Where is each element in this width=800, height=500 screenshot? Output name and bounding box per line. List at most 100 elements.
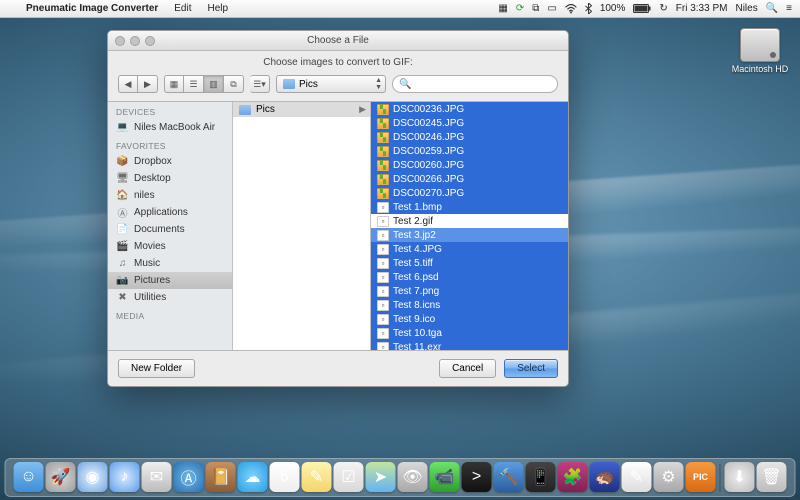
file-icon: ▫ bbox=[377, 300, 389, 311]
dock-textedit[interactable]: ✎ bbox=[622, 462, 652, 492]
sidebar-item-niles-macbook-air[interactable]: 💻Niles MacBook Air bbox=[108, 119, 232, 136]
dock-pic[interactable]: PIC bbox=[686, 462, 716, 492]
notification-center-icon[interactable]: ≡ bbox=[786, 3, 792, 14]
folder-row[interactable]: Pics▶ bbox=[233, 102, 370, 117]
sidebar-item-applications[interactable]: ⒶApplications bbox=[108, 204, 232, 221]
dropbox-menu-icon[interactable]: ⧉ bbox=[532, 3, 539, 14]
sidebar-item-utilities[interactable]: ✖Utilities bbox=[108, 289, 232, 306]
file-row[interactable]: ▚DSC00260.JPG bbox=[371, 158, 568, 172]
file-label: Test 6.psd bbox=[393, 272, 439, 283]
file-row[interactable]: ▫Test 2.gif bbox=[371, 214, 568, 228]
clock[interactable]: Fri 3:33 PM bbox=[676, 3, 728, 14]
dock-maps[interactable]: ➤ bbox=[366, 462, 396, 492]
dock-preview[interactable]: 👁 bbox=[398, 462, 428, 492]
file-icon: ▫ bbox=[377, 244, 389, 255]
file-row[interactable]: ▫Test 11.exr bbox=[371, 340, 568, 350]
file-row[interactable]: ▫Test 3.jp2 bbox=[371, 228, 568, 242]
dock-reminders[interactable]: ☑ bbox=[334, 462, 364, 492]
dock-trash[interactable]: 🗑 bbox=[757, 462, 787, 492]
sidebar-item-desktop[interactable]: 🖥Desktop bbox=[108, 170, 232, 187]
file-row[interactable]: ▫Test 6.psd bbox=[371, 270, 568, 284]
sidebar-item-movies[interactable]: 🎬Movies bbox=[108, 238, 232, 255]
file-row[interactable]: ▚DSC00270.JPG bbox=[371, 186, 568, 200]
dock-messages[interactable]: ☁ bbox=[238, 462, 268, 492]
laptop-icon: 💻 bbox=[116, 121, 129, 134]
file-row[interactable]: ▫Test 1.bmp bbox=[371, 200, 568, 214]
sidebar-item-pictures[interactable]: 📷Pictures bbox=[108, 272, 232, 289]
dock-downloads[interactable]: ⬇ bbox=[725, 462, 755, 492]
sidebar-item-music[interactable]: ♫Music bbox=[108, 255, 232, 272]
bluetooth-icon[interactable] bbox=[585, 3, 592, 14]
sidebar-group-label: DEVICES bbox=[108, 102, 232, 119]
file-label: DSC00266.JPG bbox=[393, 174, 464, 185]
dock-mail[interactable]: ✉ bbox=[142, 462, 172, 492]
sidebar: DEVICES💻Niles MacBook AirFAVORITES📦Dropb… bbox=[108, 102, 233, 350]
file-label: DSC00246.JPG bbox=[393, 132, 464, 143]
file-row[interactable]: ▚DSC00266.JPG bbox=[371, 172, 568, 186]
file-row[interactable]: ▫Test 7.png bbox=[371, 284, 568, 298]
battery-icon[interactable] bbox=[633, 4, 651, 13]
file-row[interactable]: ▫Test 5.tiff bbox=[371, 256, 568, 270]
dock-itunes[interactable]: ♪ bbox=[110, 462, 140, 492]
traffic-light-minimize[interactable] bbox=[130, 36, 140, 46]
sidebar-item-niles[interactable]: 🏠niles bbox=[108, 187, 232, 204]
traffic-light-close[interactable] bbox=[115, 36, 125, 46]
app-name-menu[interactable]: Pneumatic Image Converter bbox=[18, 3, 166, 14]
menu-help[interactable]: Help bbox=[200, 3, 237, 14]
file-row[interactable]: ▫Test 10.tga bbox=[371, 326, 568, 340]
back-button[interactable]: ◀ bbox=[118, 75, 138, 93]
dock-calendar[interactable]: 6 bbox=[270, 462, 300, 492]
select-button[interactable]: Select bbox=[504, 359, 558, 378]
dialog-footer: New Folder Cancel Select bbox=[108, 350, 568, 386]
group-menu[interactable]: ☰▾ bbox=[250, 75, 270, 93]
image-file-icon: ▚ bbox=[377, 104, 389, 115]
dock-contacts[interactable]: 📔 bbox=[206, 462, 236, 492]
wifi-icon[interactable] bbox=[565, 4, 577, 14]
user-menu[interactable]: Niles bbox=[735, 3, 757, 14]
column-view-button[interactable]: ▥ bbox=[204, 75, 224, 93]
dock-simulator[interactable]: 📱 bbox=[526, 462, 556, 492]
dock-finder[interactable]: ☺ bbox=[14, 462, 44, 492]
spotlight-icon[interactable]: 🔍 bbox=[766, 3, 778, 14]
file-row[interactable]: ▚DSC00259.JPG bbox=[371, 144, 568, 158]
dock-safari[interactable]: ◉ bbox=[78, 462, 108, 492]
file-label: DSC00260.JPG bbox=[393, 160, 464, 171]
file-label: DSC00259.JPG bbox=[393, 146, 464, 157]
timemachine-icon[interactable]: ↻ bbox=[659, 3, 667, 14]
file-icon: ▫ bbox=[377, 286, 389, 297]
file-row[interactable]: ▫Test 9.ico bbox=[371, 312, 568, 326]
file-row[interactable]: ▫Test 8.icns bbox=[371, 298, 568, 312]
menu-extra-icon[interactable]: ▦ bbox=[498, 3, 507, 14]
path-popup[interactable]: Pics ▲▼ bbox=[276, 75, 386, 93]
file-row[interactable]: ▫Test 4.JPG bbox=[371, 242, 568, 256]
forward-button[interactable]: ▶ bbox=[138, 75, 158, 93]
coverflow-view-button[interactable]: ⧉ bbox=[224, 75, 244, 93]
menu-edit[interactable]: Edit bbox=[166, 3, 199, 14]
display-icon[interactable]: ▭ bbox=[547, 3, 556, 14]
search-field[interactable]: 🔍 bbox=[392, 75, 558, 93]
cancel-button[interactable]: Cancel bbox=[439, 359, 496, 378]
dock-sonic[interactable]: 🦔 bbox=[590, 462, 620, 492]
dock-launchpad[interactable]: 🚀 bbox=[46, 462, 76, 492]
dialog-toolbar: ◀ ▶ ▦ ☰ ▥ ⧉ ☰▾ Pics ▲▼ 🔍 bbox=[108, 73, 568, 102]
dock-dash[interactable]: 🧩 bbox=[558, 462, 588, 492]
file-row[interactable]: ▚DSC00236.JPG bbox=[371, 102, 568, 116]
dock-facetime[interactable]: 📹 bbox=[430, 462, 460, 492]
icon-view-button[interactable]: ▦ bbox=[164, 75, 184, 93]
sync-icon[interactable]: ⟳ bbox=[516, 3, 524, 14]
file-row[interactable]: ▚DSC00246.JPG bbox=[371, 130, 568, 144]
sidebar-item-dropbox[interactable]: 📦Dropbox bbox=[108, 153, 232, 170]
desktop-hd-icon[interactable]: Macintosh HD bbox=[730, 28, 790, 74]
dialog-titlebar[interactable]: Choose a File bbox=[108, 31, 568, 51]
dock-appstore[interactable]: Ⓐ bbox=[174, 462, 204, 492]
new-folder-button[interactable]: New Folder bbox=[118, 359, 195, 378]
battery-percent[interactable]: 100% bbox=[600, 3, 626, 14]
dock-xcode[interactable]: 🔨 bbox=[494, 462, 524, 492]
file-row[interactable]: ▚DSC00245.JPG bbox=[371, 116, 568, 130]
dock-notes[interactable]: ✎ bbox=[302, 462, 332, 492]
list-view-button[interactable]: ☰ bbox=[184, 75, 204, 93]
sidebar-item-documents[interactable]: 📄Documents bbox=[108, 221, 232, 238]
traffic-light-zoom[interactable] bbox=[145, 36, 155, 46]
dock-settings[interactable]: ⚙ bbox=[654, 462, 684, 492]
dock-terminal[interactable]: > bbox=[462, 462, 492, 492]
